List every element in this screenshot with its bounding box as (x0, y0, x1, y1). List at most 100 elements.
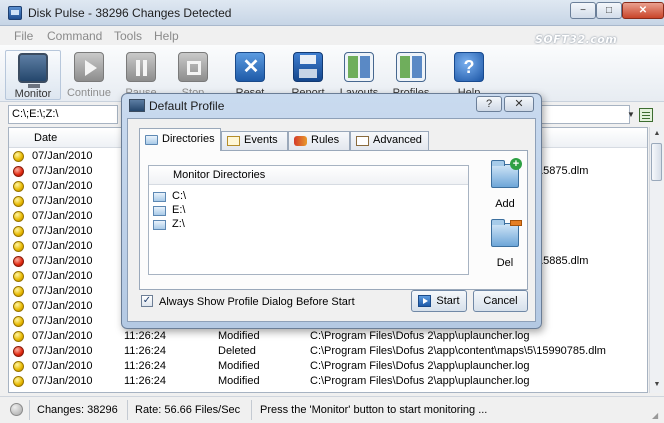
modified-status-icon (13, 241, 24, 252)
directories-panel: Monitor Directories C:\ E:\ Z:\ + Add De… (139, 150, 528, 290)
date-cell: 07/Jan/2010 (32, 165, 93, 177)
changes-count: Changes: 38296 (37, 404, 118, 416)
change-type-cell: Modified (218, 360, 260, 372)
time-cell: 11:26:24 (124, 375, 167, 387)
tab-rules-label: Rules (311, 134, 340, 146)
date-cell: 07/Jan/2010 (32, 375, 93, 387)
date-cell: 07/Jan/2010 (32, 195, 93, 207)
minimize-button[interactable]: − (570, 2, 596, 19)
directory-path: Z:\ (172, 218, 185, 230)
modified-status-icon (13, 331, 24, 342)
tab-events[interactable]: Events (221, 131, 288, 150)
folder-icon (145, 135, 158, 145)
date-cell: 07/Jan/2010 (32, 300, 93, 312)
start-label: Start (436, 295, 460, 307)
date-cell: 07/Jan/2010 (32, 225, 93, 237)
change-type-cell: Modified (218, 330, 260, 342)
monitor-directories-list[interactable]: Monitor Directories C:\ E:\ Z:\ (148, 165, 469, 275)
tab-events-label: Events (244, 134, 278, 146)
tab-rules[interactable]: Rules (288, 131, 350, 150)
modified-status-icon (13, 361, 24, 372)
status-divider (127, 400, 128, 420)
directory-path: E:\ (172, 204, 186, 216)
time-cell: 11:26:24 (124, 360, 167, 372)
dialog-close-button[interactable]: ✕ (504, 96, 534, 112)
cancel-label: Cancel (483, 295, 518, 307)
menu-tools[interactable]: Tools (114, 29, 142, 43)
status-bar: Changes: 38296 Rate: 56.66 Files/Sec Pre… (0, 396, 664, 423)
path-cell: C:\Program Files\Dofus 2\app\uplauncher.… (310, 360, 530, 372)
monitor-button[interactable]: Monitor (5, 50, 61, 100)
path-fragment-cell: 15875.dlm (537, 165, 589, 177)
vertical-scrollbar[interactable]: ▲ ▼ (649, 127, 663, 393)
table-row[interactable]: 07/Jan/2010 11:26:24 Modified C:\Program Fi… (9, 329, 647, 344)
modified-status-icon (13, 376, 24, 387)
table-row[interactable]: 07/Jan/2010 11:26:24 Modified C:\Program Fi… (9, 359, 647, 374)
time-cell: 11:26:24 (124, 330, 167, 342)
modified-status-icon (13, 301, 24, 312)
modified-status-icon (13, 151, 24, 162)
scroll-up-icon[interactable]: ▲ (650, 127, 664, 141)
menu-file[interactable]: File (14, 29, 33, 43)
dialog-body: Directories Events Rules Advanced Monito… (127, 118, 536, 322)
modified-status-icon (13, 316, 24, 327)
directory-path: C:\ (172, 190, 187, 202)
modified-status-icon (13, 226, 24, 237)
status-indicator-icon (10, 403, 23, 416)
start-icon (418, 295, 431, 307)
modified-status-icon (13, 271, 24, 282)
grid-view-icon[interactable] (639, 108, 653, 122)
status-message: Press the 'Monitor' button to start moni… (260, 404, 488, 416)
app-icon (8, 6, 22, 20)
scroll-down-icon[interactable]: ▼ (650, 378, 664, 392)
date-cell: 07/Jan/2010 (32, 330, 93, 342)
maximize-button[interactable]: □ (596, 2, 622, 19)
date-cell: 07/Jan/2010 (32, 255, 93, 267)
column-header-date[interactable]: Date (34, 132, 57, 144)
monitor-label: Monitor (14, 88, 52, 100)
menu-command[interactable]: Command (47, 29, 102, 43)
status-divider (29, 400, 30, 420)
monitor-directories-title: Monitor Directories (173, 169, 266, 181)
deleted-status-icon (13, 346, 24, 357)
close-button[interactable]: ✕ (622, 2, 664, 19)
modified-status-icon (13, 196, 24, 207)
delete-directory-button[interactable]: Del (488, 219, 522, 273)
always-show-dialog-checkbox[interactable]: ✓ (141, 295, 153, 307)
cancel-button[interactable]: Cancel (473, 290, 528, 312)
dialog-help-button[interactable]: ? (476, 96, 502, 112)
tab-directories-label: Directories (162, 133, 215, 145)
menu-help[interactable]: Help (154, 29, 179, 43)
play-icon (74, 52, 104, 82)
path-fragment-cell: 15885.dlm (537, 255, 589, 267)
monitor-icon (18, 53, 48, 88)
del-label: Del (496, 257, 514, 269)
folder-icon (153, 220, 166, 230)
resize-grip-icon[interactable]: ◢ (652, 411, 662, 421)
table-row[interactable]: 07/Jan/2010 11:26:24 Modified C:\Program Fi… (9, 374, 647, 389)
date-cell: 07/Jan/2010 (32, 345, 93, 357)
table-row[interactable]: 07/Jan/2010 11:26:24 Deleted C:\Program Fil… (9, 344, 647, 359)
reset-icon: ✕ (235, 52, 265, 82)
time-cell: 11:26:24 (124, 345, 167, 357)
modified-status-icon (13, 181, 24, 192)
path-cell: C:\Program Files\Dofus 2\app\content\map… (310, 345, 606, 357)
rate-text: Rate: 56.66 Files/Sec (135, 404, 241, 416)
start-button[interactable]: Start (411, 290, 467, 312)
date-cell: 07/Jan/2010 (32, 270, 93, 282)
scroll-thumb[interactable] (651, 143, 662, 181)
chevron-down-icon[interactable]: ▼ (625, 105, 637, 124)
stop-icon (178, 52, 208, 82)
add-directory-button[interactable]: + Add (488, 158, 522, 214)
rules-icon (294, 136, 307, 146)
tab-directories[interactable]: Directories (139, 128, 221, 151)
date-cell: 07/Jan/2010 (32, 240, 93, 252)
modified-status-icon (13, 286, 24, 297)
dialog-app-icon (129, 99, 145, 112)
continue-button[interactable]: Continue (61, 50, 117, 100)
monitor-path-input[interactable]: C:\;E:\;Z:\ (8, 105, 118, 124)
view-select[interactable] (536, 105, 630, 124)
date-cell: 07/Jan/2010 (32, 180, 93, 192)
tab-advanced[interactable]: Advanced (350, 131, 429, 150)
add-label: Add (495, 198, 515, 210)
